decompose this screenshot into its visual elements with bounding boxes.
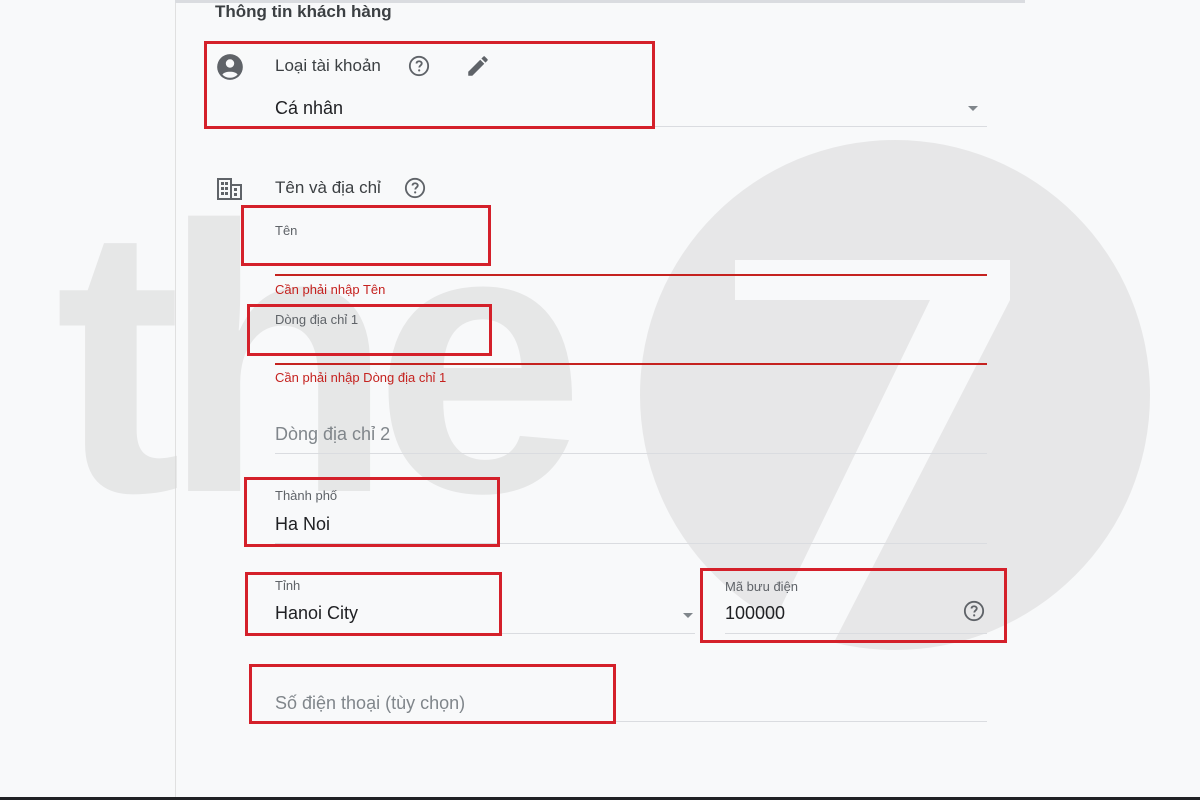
address1-field-label: Dòng địa chỉ 1 xyxy=(275,312,359,327)
help-icon[interactable] xyxy=(408,55,430,77)
name-error: Cần phải nhập Tên xyxy=(275,282,386,297)
province-underline xyxy=(275,633,695,634)
city-underline xyxy=(275,543,987,544)
address2-input[interactable]: Dòng địa chỉ 2 xyxy=(275,424,390,445)
postal-input[interactable]: 100000 xyxy=(725,603,785,624)
account-circle-icon xyxy=(217,54,243,80)
name-input[interactable] xyxy=(275,245,987,271)
postal-field-label: Mã bưu điện xyxy=(725,579,799,594)
name-field-label: Tên xyxy=(275,223,298,238)
phone-underline xyxy=(275,721,987,722)
address1-error: Cần phải nhập Dòng địa chỉ 1 xyxy=(275,370,447,385)
address1-input[interactable] xyxy=(275,334,987,360)
phone-input[interactable]: Số điện thoại (tùy chọn) xyxy=(275,693,465,714)
name-underline xyxy=(275,274,987,276)
account-type-label: Loại tài khoản xyxy=(275,56,381,75)
building-icon xyxy=(217,178,242,200)
section-title: Thông tin khách hàng xyxy=(215,2,392,21)
city-input[interactable]: Ha Noi xyxy=(275,514,330,535)
dropdown-caret-icon[interactable] xyxy=(968,106,978,111)
account-type-value[interactable]: Cá nhân xyxy=(275,98,343,119)
city-field-label: Thành phố xyxy=(275,488,338,503)
left-gutter xyxy=(0,0,175,800)
address1-underline xyxy=(275,363,987,365)
address2-underline xyxy=(275,453,987,454)
postal-underline xyxy=(725,633,987,634)
right-gutter xyxy=(1025,0,1200,800)
help-icon[interactable] xyxy=(963,600,985,622)
form-panel xyxy=(175,0,1026,800)
dropdown-caret-icon[interactable] xyxy=(683,613,693,618)
province-select[interactable]: Hanoi City xyxy=(275,603,358,624)
help-icon[interactable] xyxy=(404,177,426,199)
account-type-underline xyxy=(275,126,987,127)
name-address-label: Tên và địa chỉ xyxy=(275,178,381,197)
edit-icon[interactable] xyxy=(465,53,491,79)
province-field-label: Tỉnh xyxy=(275,578,301,593)
